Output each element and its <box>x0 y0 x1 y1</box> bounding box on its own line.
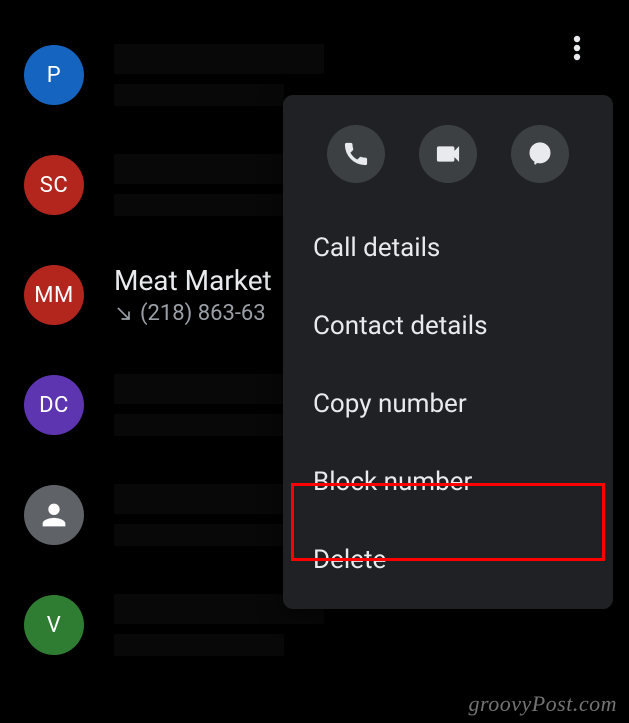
redacted-number <box>114 414 284 436</box>
call-text: Meat Market (218) 863-63 <box>114 264 272 326</box>
message-button[interactable] <box>511 125 569 183</box>
menu-delete[interactable]: Delete <box>283 521 613 599</box>
contact-avatar <box>24 485 84 545</box>
outgoing-call-icon <box>114 304 134 324</box>
message-icon <box>526 140 554 168</box>
contact-avatar: P <box>24 45 84 105</box>
redacted-number <box>114 84 284 106</box>
contact-avatar: V <box>24 595 84 655</box>
watermark-text: groovyPost.com <box>468 691 617 717</box>
contact-name: Meat Market <box>114 264 272 297</box>
context-menu-popup: Call details Contact details Copy number… <box>283 95 613 609</box>
contact-avatar: MM <box>24 265 84 325</box>
redacted-number <box>114 634 284 656</box>
person-icon <box>37 498 71 532</box>
phone-icon <box>342 140 370 168</box>
video-icon <box>434 140 462 168</box>
redacted-number <box>114 194 284 216</box>
kebab-icon <box>573 35 581 61</box>
overflow-menu-button[interactable] <box>557 28 597 68</box>
menu-contact-details[interactable]: Contact details <box>283 287 613 365</box>
call-button[interactable] <box>327 125 385 183</box>
redacted-number <box>114 524 284 546</box>
menu-call-details[interactable]: Call details <box>283 209 613 287</box>
redacted-name <box>114 44 324 74</box>
contact-avatar: DC <box>24 375 84 435</box>
phone-number-text: (218) 863-63 <box>140 301 266 326</box>
quick-actions-row <box>283 119 613 209</box>
menu-block-number[interactable]: Block number <box>283 443 613 521</box>
menu-copy-number[interactable]: Copy number <box>283 365 613 443</box>
video-call-button[interactable] <box>419 125 477 183</box>
contact-number: (218) 863-63 <box>114 301 272 326</box>
contact-avatar: SC <box>24 155 84 215</box>
